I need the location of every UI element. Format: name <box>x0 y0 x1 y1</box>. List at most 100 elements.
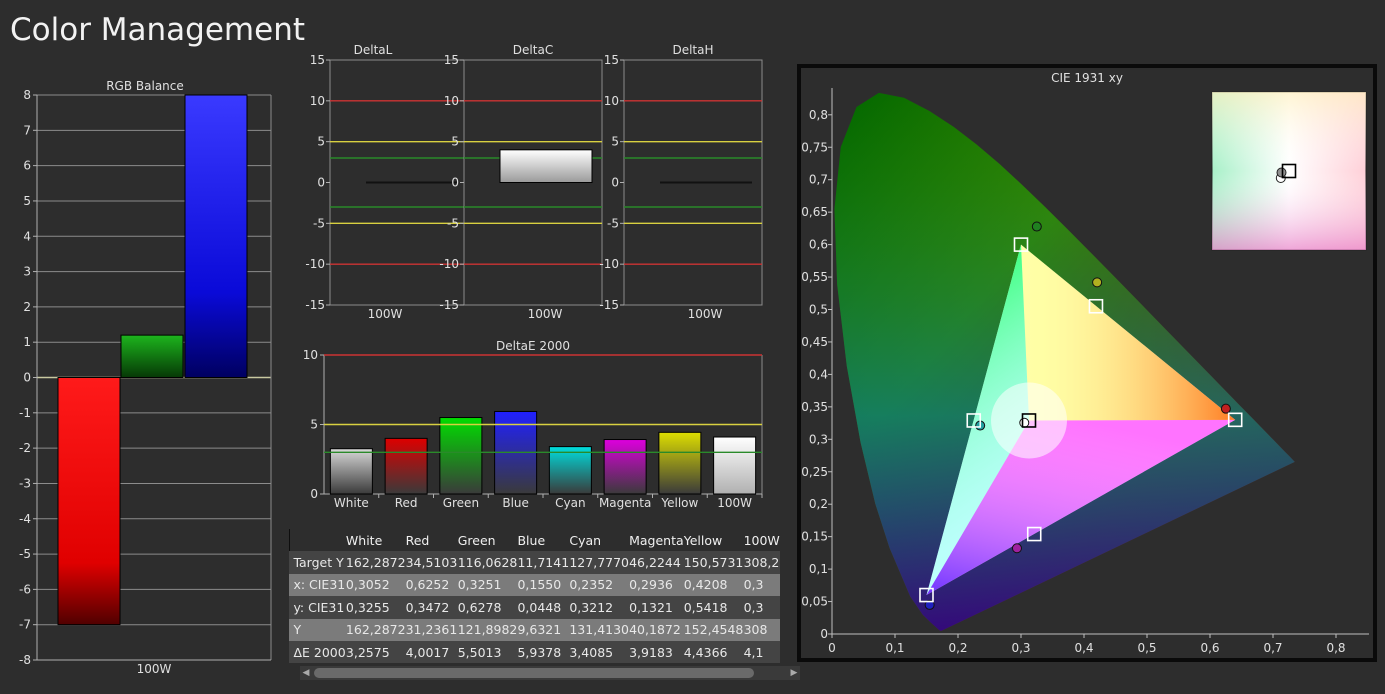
measured-point <box>1011 543 1022 554</box>
table-cell: 308,2 <box>743 551 780 574</box>
cie-y-tick-label: 0,2 <box>809 497 828 511</box>
delta-l-y-tick-label: 15 <box>310 53 325 67</box>
delta-h-y-tick-label: 15 <box>604 53 619 67</box>
table-column-header: 100W <box>743 532 780 548</box>
delta-e-x-tick-label: White <box>334 496 369 510</box>
y-tick-label: -3 <box>19 476 31 490</box>
table-cell: 3,4085 <box>569 640 630 664</box>
cie-x-tick-label: 0,2 <box>948 641 967 655</box>
green-balance-bar <box>120 334 184 378</box>
delta-h-y-tick-label: -5 <box>607 216 619 230</box>
delta-l-y-tick-label: -5 <box>313 216 325 230</box>
y-tick-label: -1 <box>19 406 31 420</box>
delta-h-y-tick-label: 10 <box>604 94 619 108</box>
rgb-balance-title: RGB Balance <box>106 79 184 93</box>
cie-y-tick-label: 0,55 <box>801 270 828 284</box>
rgb-balance-category-label: 100W <box>137 662 172 676</box>
measured-point <box>1092 277 1103 288</box>
cie-x-tick-label: 0,4 <box>1074 641 1093 655</box>
delta-e-bar <box>713 436 757 495</box>
delta-e-y-tick-label: 10 <box>303 348 318 362</box>
table-cell: 4,4366 <box>683 640 744 664</box>
delta-c-y-tick-label: 0 <box>451 176 459 190</box>
cie-y-tick-label: 0 <box>820 627 828 641</box>
delta-c-y-tick-label: -10 <box>439 257 459 271</box>
table-row: y: CIE31 0,3255 0,3472 0,6278 0,0448 0,3212 0,… <box>289 596 780 619</box>
delta-h-y-tick-label: 0 <box>611 176 619 190</box>
cie-x-tick-label: 0,5 <box>1137 641 1156 655</box>
y-tick-label: 6 <box>23 159 31 173</box>
table-cell: 46,2244 <box>629 551 684 574</box>
table-cell: 0,2936 <box>629 573 684 597</box>
table-row: ΔE 2000 3,2575 4,0017 5,5013 5,9378 3,4085 3,9… <box>289 640 780 664</box>
y-tick-label: 3 <box>23 265 31 279</box>
delta-l-y-tick-label: -10 <box>305 257 325 271</box>
cie-y-tick-label: 0,7 <box>809 173 828 187</box>
delta-l-y-tick-label: 10 <box>310 94 325 108</box>
table-cell: 131,4130 <box>569 618 630 641</box>
table-cell: 0,1550 <box>517 573 570 597</box>
y-tick-label: -4 <box>19 512 31 526</box>
table-cell: 0,0448 <box>517 596 570 619</box>
delta-l-title: DeltaL <box>354 43 393 57</box>
table-column-header: Blue <box>517 532 546 548</box>
delta-c-y-tick-label: 15 <box>444 53 459 67</box>
delta-h-category-label: 100W <box>688 307 723 321</box>
table-cell: 5,9378 <box>517 640 570 664</box>
delta-e-x-tick-label: 100W <box>717 496 752 510</box>
cie-y-tick-label: 0,8 <box>809 108 828 122</box>
y-tick-label: -2 <box>19 441 31 455</box>
delta-c-y-tick-label: 5 <box>451 135 459 149</box>
table-column-header: Red <box>405 532 430 548</box>
table-cell: 162,2872 <box>345 618 406 641</box>
delta-e-title: DeltaE 2000 <box>496 339 570 353</box>
table-horizontal-scrollbar[interactable]: ◀ ▶ <box>300 666 800 680</box>
cie-y-tick-label: 0,6 <box>809 238 828 252</box>
table-row-label: Target Y <box>289 551 346 574</box>
delta-c-chart: DeltaC 15 10 5 0 -5 -10 -15 100W <box>439 43 603 321</box>
delta-e-y-tick-label: 0 <box>310 487 318 501</box>
delta-c-bar <box>499 149 593 183</box>
y-tick-label: 2 <box>23 300 31 314</box>
table-cell: 0,3255 <box>345 596 406 619</box>
cie-y-tick-label: 0,05 <box>801 595 828 609</box>
scroll-left-icon[interactable]: ◀ <box>300 666 312 680</box>
cie-y-tick-label: 0,75 <box>801 140 828 154</box>
scrollbar-thumb[interactable] <box>314 668 754 678</box>
table-row-label: Y <box>289 618 346 641</box>
y-tick-label: -7 <box>19 618 31 632</box>
delta-l-y-tick-label: 5 <box>317 135 325 149</box>
delta-h-y-tick-label: -10 <box>599 257 619 271</box>
table-cell: 0,3052 <box>345 573 406 597</box>
cie-title: CIE 1931 xy <box>1051 71 1123 85</box>
delta-l-category-label: 100W <box>368 307 403 321</box>
cie-x-tick-label: 0,7 <box>1263 641 1282 655</box>
delta-e-chart: DeltaE 2000 10 5 0 White Red Green Blue Cyan Mag… <box>303 339 763 510</box>
table-row-label: ΔE 2000 <box>289 640 346 664</box>
cie-chart: CIE 1931 xy 0 0,1 0,2 0,3 0,4 0,5 0,6 0,7 0,8 0 0,… <box>797 64 1377 662</box>
delta-e-bar <box>384 437 428 495</box>
table-cell: 0,3 <box>743 573 780 597</box>
measured-point <box>1031 221 1042 232</box>
delta-h-y-tick-label: 5 <box>611 135 619 149</box>
measured-point <box>1220 403 1231 414</box>
cie-y-tick-label: 0,15 <box>801 530 828 544</box>
delta-e-x-tick-label: Yellow <box>660 496 698 510</box>
delta-h-title: DeltaH <box>672 43 713 57</box>
table-cell: 0,3472 <box>405 596 458 619</box>
table-row-label: x: CIE31 <box>289 573 346 597</box>
table-row: Y 162,2872 31,2361 121,8982 9,6321 131,4130 40… <box>289 618 780 641</box>
table-cell: 0,6278 <box>457 596 518 619</box>
delta-e-x-tick-label: Cyan <box>555 496 585 510</box>
y-tick-label: 8 <box>23 88 31 102</box>
table-cell: 3,2575 <box>345 640 406 664</box>
table-cell: 0,3 <box>743 596 780 619</box>
scroll-right-icon[interactable]: ▶ <box>788 666 800 680</box>
delta-c-title: DeltaC <box>513 43 553 57</box>
table-cell: 9,6321 <box>517 618 570 641</box>
white-point-glow <box>991 382 1068 459</box>
cie-y-tick-label: 0,1 <box>809 562 828 576</box>
y-tick-label: 7 <box>23 123 31 137</box>
cie-y-tick-label: 0,5 <box>809 303 828 317</box>
table-row: x: CIE31 0,3052 0,6252 0,3251 0,1550 0,2352 0,… <box>289 573 780 597</box>
